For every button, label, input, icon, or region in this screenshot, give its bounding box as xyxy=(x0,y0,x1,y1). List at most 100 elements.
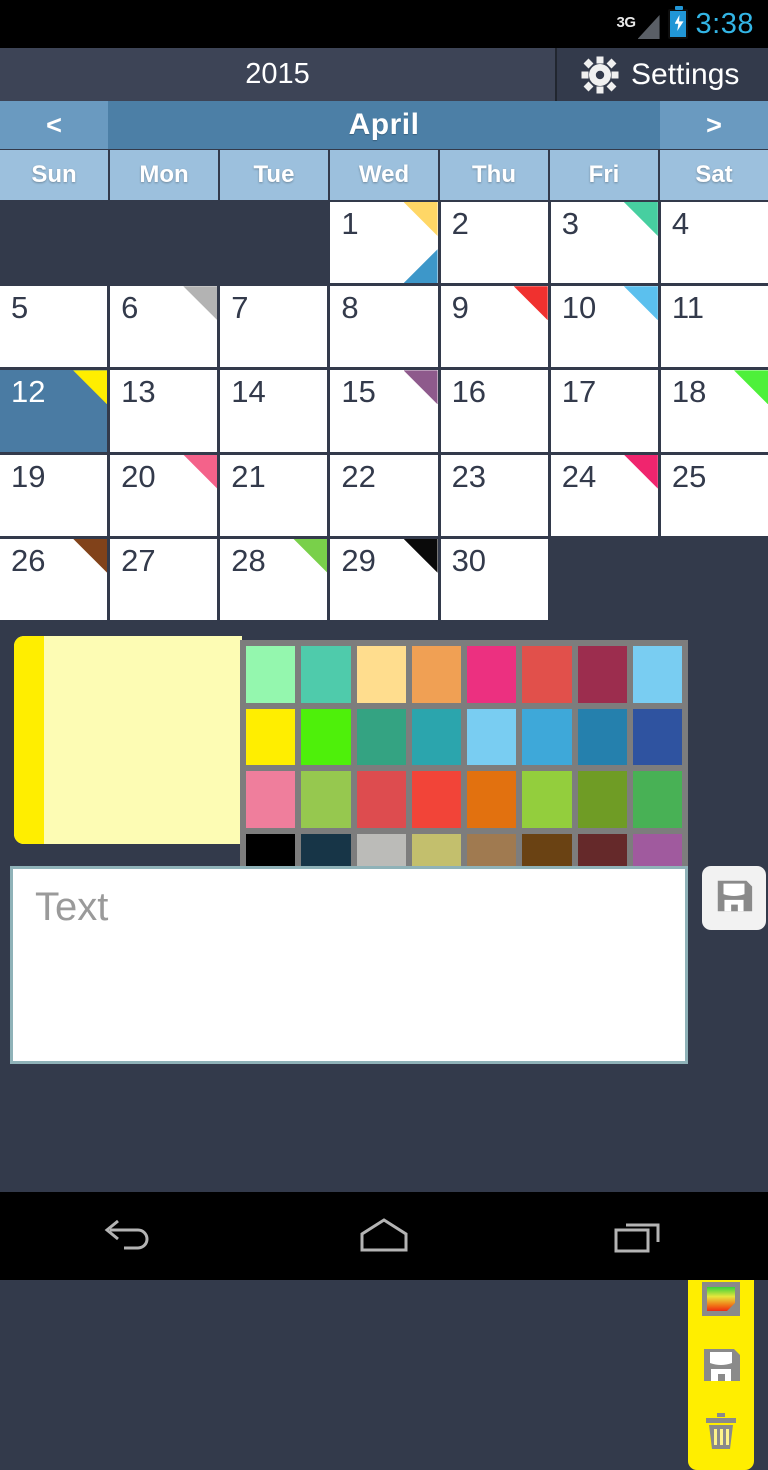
signal-indicator: 3G xyxy=(617,9,660,39)
signal-triangle-icon xyxy=(637,15,660,39)
calendar-day-22[interactable]: 22 xyxy=(330,454,438,536)
calendar-day-4[interactable]: 4 xyxy=(660,202,768,284)
day-number: 5 xyxy=(11,290,29,326)
day-number: 14 xyxy=(231,374,266,410)
home-icon[interactable] xyxy=(324,1206,444,1266)
color-swatch[interactable] xyxy=(632,771,682,828)
color-swatch[interactable] xyxy=(467,708,517,765)
calendar-day-19[interactable]: 19 xyxy=(0,454,108,536)
calendar-day-6[interactable]: 6 xyxy=(110,286,218,368)
calendar-day-18[interactable]: 18 xyxy=(660,370,768,452)
calendar-day-30[interactable]: 30 xyxy=(440,538,548,620)
calendar-day-29[interactable]: 29 xyxy=(330,538,438,620)
color-swatch[interactable] xyxy=(577,646,627,703)
day-number: 3 xyxy=(561,206,579,241)
trash-icon[interactable] xyxy=(697,1407,745,1455)
color-swatch[interactable] xyxy=(467,771,517,828)
color-swatch[interactable] xyxy=(356,646,406,703)
weekday-mon: Mon xyxy=(110,150,218,200)
calendar-grid: 1 2 3 4 5 6 7 8 9 10 11 12 13 14 15 16 17 18 19 20 21 22 23 24 2… xyxy=(0,202,768,620)
calendar-day-23[interactable]: 23 xyxy=(440,454,548,536)
previous-month-button[interactable]: < xyxy=(0,101,108,149)
day-number: 23 xyxy=(451,458,487,494)
note-preview-strip xyxy=(14,636,44,844)
day-number: 18 xyxy=(671,374,707,410)
calendar-day-9[interactable]: 9 xyxy=(440,286,548,368)
calendar-day-1[interactable]: 1 xyxy=(330,202,438,284)
calendar-day-3[interactable]: 3 xyxy=(550,202,658,284)
color-swatch[interactable] xyxy=(632,646,682,703)
calendar-day-16[interactable]: 16 xyxy=(440,370,548,452)
recents-icon[interactable] xyxy=(580,1206,700,1266)
calendar-day-20[interactable]: 20 xyxy=(110,454,218,536)
color-swatch[interactable] xyxy=(411,708,461,765)
save-icon[interactable] xyxy=(697,1341,745,1389)
event-marker-top-right xyxy=(734,370,768,405)
calendar-day-15[interactable]: 15 xyxy=(330,370,438,452)
color-swatch[interactable] xyxy=(246,708,296,765)
color-swatch[interactable] xyxy=(522,646,572,703)
color-swatch[interactable] xyxy=(577,708,627,765)
calendar-day-10[interactable]: 10 xyxy=(550,286,658,368)
save-note-button[interactable] xyxy=(702,866,766,930)
day-number: 17 xyxy=(561,374,597,410)
day-number: 2 xyxy=(451,206,469,241)
color-swatch[interactable] xyxy=(522,708,572,765)
year-display[interactable]: 2015 xyxy=(0,48,555,101)
calendar-day-26[interactable]: 26 xyxy=(0,538,108,620)
color-swatch[interactable] xyxy=(411,646,461,703)
event-marker-top-right xyxy=(73,538,108,573)
color-picker-icon[interactable] xyxy=(697,1275,745,1323)
calendar-day-21[interactable]: 21 xyxy=(220,454,328,536)
calendar-day-12[interactable]: 12 xyxy=(0,370,108,452)
next-month-button[interactable]: > xyxy=(660,101,768,149)
palette-panel xyxy=(0,628,768,1470)
calendar-day-25[interactable]: 25 xyxy=(660,454,768,536)
calendar-day-27[interactable]: 27 xyxy=(110,538,218,620)
event-marker-top-right xyxy=(623,286,658,321)
day-number: 20 xyxy=(121,458,156,494)
color-swatch[interactable] xyxy=(246,646,296,703)
event-marker-top-right xyxy=(623,202,658,236)
color-swatch[interactable] xyxy=(356,771,406,828)
month-label[interactable]: April xyxy=(108,101,660,149)
settings-button[interactable]: Settings xyxy=(555,48,768,101)
calendar-day-11[interactable]: 11 xyxy=(660,286,768,368)
color-swatch[interactable] xyxy=(356,708,406,765)
day-number: 4 xyxy=(671,206,690,241)
calendar-day-28[interactable]: 28 xyxy=(220,538,328,620)
day-number: 30 xyxy=(451,542,487,578)
gear-icon xyxy=(581,56,619,94)
color-swatch[interactable] xyxy=(246,771,296,828)
color-swatch[interactable] xyxy=(301,646,351,703)
calendar-cell-empty xyxy=(220,202,327,283)
back-icon[interactable] xyxy=(68,1206,188,1266)
day-number: 9 xyxy=(451,290,469,326)
color-swatch[interactable] xyxy=(577,771,627,828)
event-marker-top-right xyxy=(623,454,658,489)
title-bar: 2015 Settings xyxy=(0,48,768,101)
note-color-preview[interactable] xyxy=(14,636,242,844)
weekday-tue: Tue xyxy=(220,150,328,200)
color-swatch[interactable] xyxy=(522,771,572,828)
calendar-day-17[interactable]: 17 xyxy=(550,370,658,452)
color-swatch[interactable] xyxy=(632,708,682,765)
day-number: 15 xyxy=(341,374,376,410)
color-swatch[interactable] xyxy=(301,771,351,828)
calendar-day-5[interactable]: 5 xyxy=(0,286,108,368)
calendar-day-8[interactable]: 8 xyxy=(330,286,438,368)
calendar-day-14[interactable]: 14 xyxy=(220,370,328,452)
calendar-day-24[interactable]: 24 xyxy=(550,454,658,536)
calendar-day-2[interactable]: 2 xyxy=(440,202,548,284)
palette-tool-column xyxy=(688,1260,754,1470)
event-marker-top-right xyxy=(73,370,108,405)
color-swatch[interactable] xyxy=(301,708,351,765)
color-swatch[interactable] xyxy=(467,646,517,703)
day-number: 25 xyxy=(671,458,707,494)
calendar-cell-empty xyxy=(0,202,107,283)
color-swatch[interactable] xyxy=(411,771,461,828)
calendar-day-13[interactable]: 13 xyxy=(110,370,218,452)
calendar-cell-empty xyxy=(661,539,768,620)
calendar-day-7[interactable]: 7 xyxy=(220,286,328,368)
note-text-input[interactable]: Text xyxy=(10,866,688,1064)
